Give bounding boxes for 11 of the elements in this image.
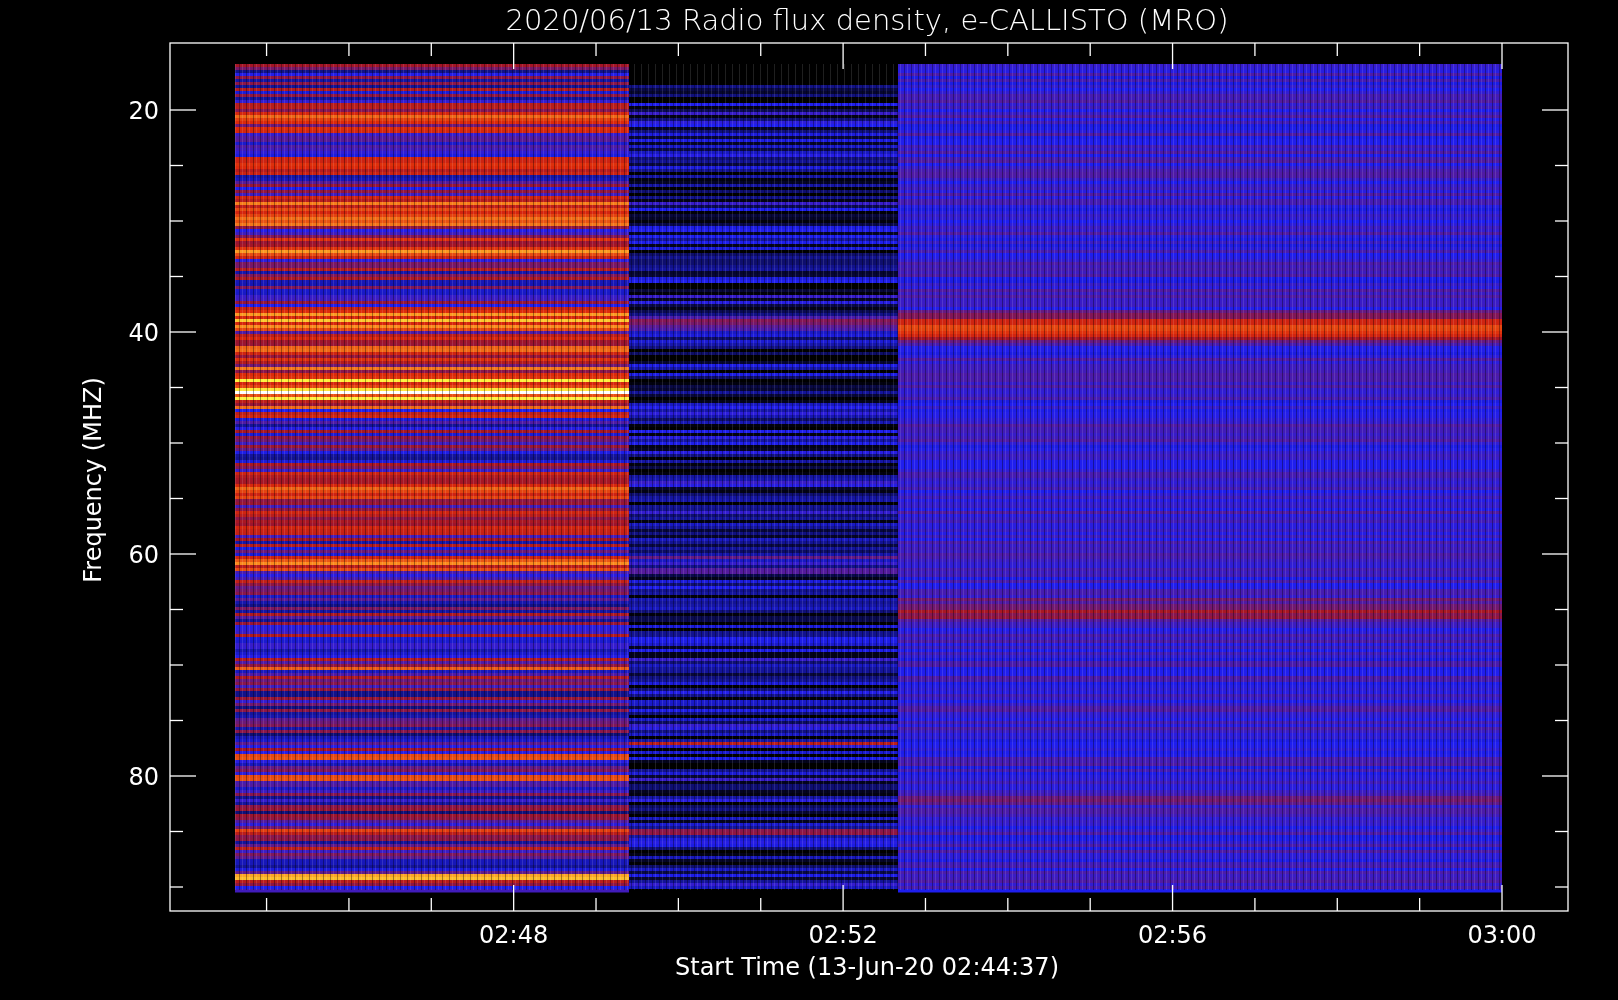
- y-axis-label: Frequency (MHZ): [79, 377, 107, 583]
- y-tick-label: 20: [128, 97, 159, 125]
- y-tick-label: 80: [128, 763, 159, 791]
- x-axis-label: Start Time (13-Jun-20 02:44:37): [675, 953, 1059, 981]
- x-tick-label: 02:52: [808, 921, 878, 949]
- x-tick-label: 02:48: [479, 921, 549, 949]
- y-tick-label: 40: [128, 319, 159, 347]
- y-tick-label: 60: [128, 541, 159, 569]
- chart-title: 2020/06/13 Radio flux density, e-CALLISTO (MRO): [505, 3, 1229, 37]
- x-tick-label: 03:00: [1467, 921, 1537, 949]
- x-tick-label: 02:56: [1137, 921, 1208, 949]
